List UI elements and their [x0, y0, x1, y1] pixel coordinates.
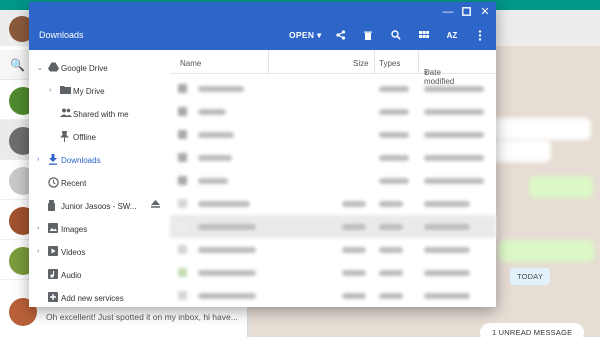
- files-dialog: — ✕ Downloads OPEN ▾ AZ ⌄ Google Drive ›…: [29, 2, 496, 307]
- message-bubble: [491, 140, 551, 162]
- column-divider[interactable]: [418, 50, 419, 74]
- folder-icon: [60, 85, 72, 97]
- file-row[interactable]: [170, 284, 496, 307]
- sidebar-item-add-new-services[interactable]: Add new services: [29, 287, 170, 309]
- grid-view-icon[interactable]: [416, 28, 432, 44]
- chevron-right-icon[interactable]: ›: [37, 225, 39, 232]
- audio-icon: [48, 269, 60, 281]
- file-row[interactable]: [170, 215, 496, 238]
- message-bubble: [499, 240, 594, 262]
- sidebar: ⌄ Google Drive › My Drive Shared with me…: [29, 50, 170, 307]
- eject-icon[interactable]: [151, 200, 163, 212]
- people-icon: [60, 108, 72, 120]
- sidebar-item-videos[interactable]: › Videos: [29, 241, 170, 263]
- file-list-header: Name Size Types Date modified ▾: [170, 50, 496, 86]
- sidebar-item-shared-with-me[interactable]: Shared with me: [29, 103, 170, 125]
- sidebar-item-label: Downloads: [61, 156, 101, 165]
- sidebar-item-recent[interactable]: Recent: [29, 172, 170, 194]
- column-divider[interactable]: [268, 50, 269, 74]
- search-icon: 🔍: [10, 58, 25, 72]
- sidebar-item-usb-device[interactable]: Junior Jasoos - SW...: [29, 195, 170, 217]
- sidebar-item-label: Google Drive: [61, 64, 108, 73]
- search-icon[interactable]: [388, 28, 404, 44]
- file-row[interactable]: [170, 146, 496, 169]
- column-header-name[interactable]: Name: [180, 59, 201, 68]
- column-divider[interactable]: [374, 50, 375, 74]
- chevron-right-icon[interactable]: ›: [49, 87, 51, 94]
- sidebar-item-label: My Drive: [73, 87, 105, 96]
- video-icon: [48, 246, 60, 258]
- file-row[interactable]: [170, 238, 496, 261]
- file-row[interactable]: [170, 169, 496, 192]
- sidebar-item-label: Shared with me: [73, 110, 129, 119]
- sidebar-item-my-drive[interactable]: › My Drive: [29, 80, 170, 102]
- file-list: Name Size Types Date modified ▾: [170, 50, 496, 307]
- google-drive-icon: [48, 62, 60, 74]
- open-button[interactable]: OPEN ▾: [289, 30, 322, 41]
- sidebar-item-audio[interactable]: Audio: [29, 264, 170, 286]
- message-bubble: [491, 118, 591, 140]
- download-icon: [48, 154, 60, 166]
- sort-arrow-icon: ▾: [424, 68, 429, 77]
- minimize-icon[interactable]: —: [441, 5, 455, 19]
- date-divider: TODAY: [510, 268, 551, 285]
- open-button-label: OPEN: [289, 30, 315, 40]
- sidebar-item-label: Add new services: [61, 294, 124, 303]
- unread-messages-banner: 1 UNREAD MESSAGE: [480, 323, 585, 337]
- sidebar-item-label: Recent: [61, 179, 87, 188]
- image-icon: [48, 223, 60, 235]
- close-icon[interactable]: ✕: [478, 5, 492, 19]
- page-title: Downloads: [39, 30, 84, 40]
- chevron-right-icon[interactable]: ›: [37, 156, 39, 163]
- sort-button[interactable]: AZ: [444, 28, 460, 44]
- sidebar-item-label: Junior Jasoos - SW...: [61, 202, 137, 211]
- sidebar-item-label: Images: [61, 225, 88, 234]
- clock-icon: [48, 177, 60, 189]
- sidebar-item-google-drive[interactable]: ⌄ Google Drive: [29, 57, 170, 79]
- chevron-right-icon[interactable]: ›: [37, 248, 39, 255]
- pin-icon: [60, 131, 72, 143]
- column-header-types[interactable]: Types: [379, 59, 400, 68]
- chevron-down-icon: ▾: [316, 30, 322, 40]
- add-icon: [48, 292, 60, 304]
- usb-drive-icon: [48, 200, 60, 212]
- sidebar-item-images[interactable]: › Images: [29, 218, 170, 240]
- chat-preview-text: Oh excellent! Just spotted it on my inbo…: [46, 312, 238, 322]
- share-icon[interactable]: [333, 28, 349, 44]
- maximize-icon[interactable]: [459, 5, 473, 19]
- file-row[interactable]: [170, 77, 496, 100]
- file-row[interactable]: [170, 192, 496, 215]
- sidebar-item-downloads[interactable]: › Downloads: [29, 149, 170, 171]
- file-row[interactable]: [170, 100, 496, 123]
- column-header-size[interactable]: Size: [353, 59, 369, 68]
- sidebar-item-label: Offline: [73, 133, 96, 142]
- sidebar-item-offline[interactable]: Offline: [29, 126, 170, 148]
- sidebar-item-label: Videos: [61, 248, 86, 257]
- chevron-down-icon[interactable]: ⌄: [37, 64, 43, 72]
- file-row[interactable]: [170, 123, 496, 146]
- delete-icon[interactable]: [360, 28, 376, 44]
- more-options-icon[interactable]: [472, 28, 488, 44]
- title-bar: — ✕: [29, 2, 496, 22]
- toolbar: Downloads OPEN ▾ AZ: [29, 22, 496, 50]
- message-bubble: [529, 176, 593, 198]
- sidebar-item-label: Audio: [61, 271, 82, 280]
- file-row[interactable]: [170, 261, 496, 284]
